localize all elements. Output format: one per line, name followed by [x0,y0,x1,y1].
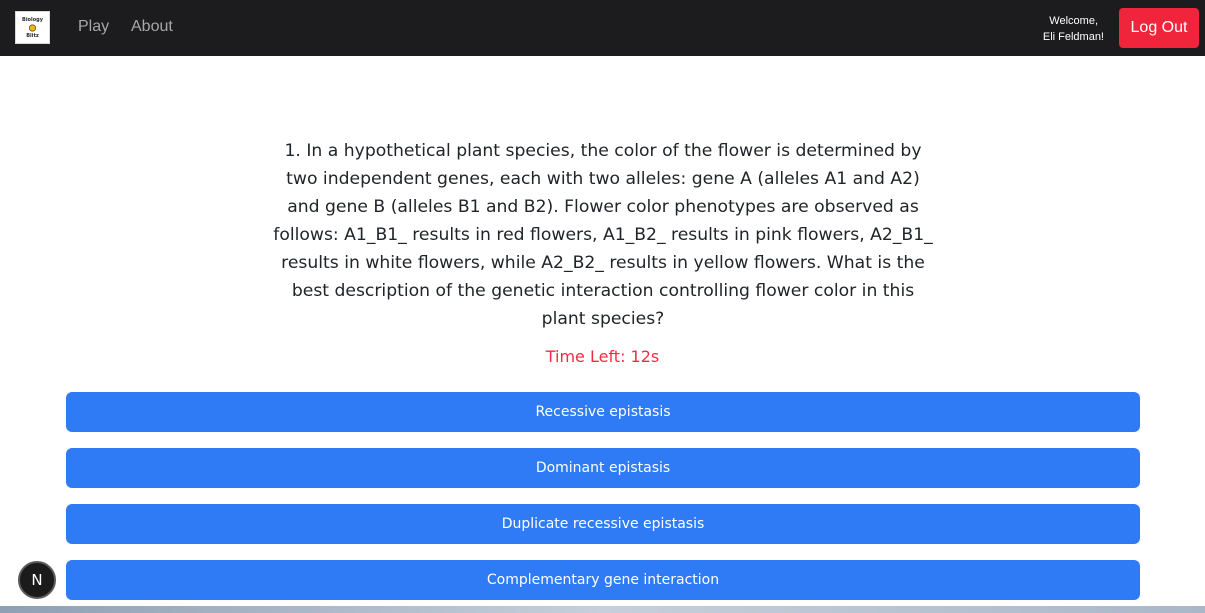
answer-option-2[interactable]: Dominant epistasis [66,448,1140,488]
logout-button[interactable]: Log Out [1119,8,1199,48]
nav-link-play[interactable]: Play [78,18,109,36]
welcome-greeting: Welcome, [1049,15,1098,27]
question-text: 1. In a hypothetical plant species, the … [273,141,933,329]
answer-option-1[interactable]: Recessive epistasis [66,392,1140,432]
logo-bottom-text: Blitz [26,32,39,39]
logo-top-text: Biology [22,16,43,23]
time-left-label: Time Left: 12s [545,347,660,366]
answer-option-4[interactable]: Complementary gene interaction [66,560,1140,600]
nextjs-icon-letter: N [31,571,43,589]
bottom-edge-bar [0,606,1205,613]
dna-icon [28,23,37,32]
top-navbar: Biology Blitz Play About Welcome, Eli Fe… [0,0,1205,56]
welcome-message: Welcome, Eli Feldman! [1014,13,1104,45]
welcome-username: Eli Feldman! [1042,31,1104,43]
nextjs-icon[interactable]: N [18,561,56,599]
nav-link-about[interactable]: About [131,18,173,36]
answer-option-3[interactable]: Duplicate recessive epistasis [66,504,1140,544]
biology-blitz-logo[interactable]: Biology Blitz [15,11,50,44]
